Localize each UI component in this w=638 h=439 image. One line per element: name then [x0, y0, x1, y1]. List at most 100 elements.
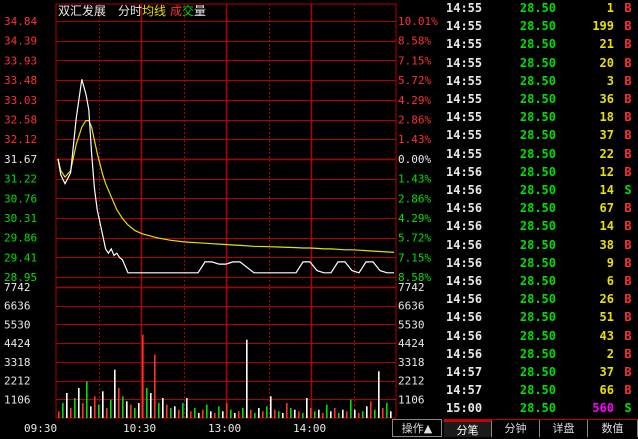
- tick-row[interactable]: 14:57 28.50 66 B: [444, 382, 638, 400]
- tick-row[interactable]: 14:56 28.50 43 B: [444, 328, 638, 346]
- tick-row[interactable]: 14:56 28.50 38 B: [444, 237, 638, 255]
- tick-row[interactable]: 14:56 28.50 2 B: [444, 346, 638, 364]
- price-tick-label: 31.22: [4, 173, 37, 186]
- volume-tick-label-right: 7742: [398, 281, 425, 294]
- volume-bar: [58, 411, 60, 418]
- tick-row[interactable]: 14:56 28.50 12 B: [444, 164, 638, 182]
- volume-bar: [234, 413, 236, 418]
- tick-row[interactable]: 14:56 28.50 67 B: [444, 200, 638, 218]
- tick-volume: 38: [599, 237, 614, 252]
- percent-tick-label: 2.86%: [398, 192, 431, 205]
- tick-price: 28.50: [519, 55, 556, 70]
- price-tick-label: 31.67: [4, 153, 37, 166]
- volume-bar: [106, 408, 108, 418]
- volume-bar: [210, 411, 212, 418]
- tick-row[interactable]: 14:56 28.50 6 B: [444, 273, 638, 291]
- tick-time: 14:56: [446, 219, 483, 234]
- volume-bar: [206, 404, 208, 418]
- tick-volume: 37: [599, 365, 614, 379]
- price-tick-label: 32.12: [4, 133, 37, 146]
- time-tick-label: 09:30: [24, 422, 57, 435]
- tick-price: 28.50: [519, 201, 556, 216]
- mode-label: 分时: [118, 4, 142, 18]
- tick-row[interactable]: 14:56 28.50 14 S: [444, 182, 638, 200]
- volume-bar: [122, 396, 124, 418]
- volume-bar: [170, 408, 172, 418]
- tick-time: 14:57: [446, 383, 483, 398]
- tick-price: 28.50: [519, 255, 556, 270]
- volume-bar: [174, 406, 176, 418]
- volume-bar: [242, 408, 244, 418]
- tick-time: 14:56: [446, 274, 483, 288]
- volume-bar: [102, 391, 104, 418]
- tick-volume: 36: [599, 92, 614, 106]
- percent-tick-label: 10.01%: [398, 15, 438, 28]
- tick-volume: 22: [599, 146, 614, 161]
- volume-bar: [366, 406, 368, 418]
- volume-bar: [342, 409, 344, 418]
- volume-bar: [138, 403, 140, 418]
- tab-values[interactable]: 数值: [588, 420, 638, 437]
- tab-detail[interactable]: 详盘: [540, 420, 588, 437]
- tick-time: 14:57: [446, 365, 483, 379]
- percent-tick-label: 7.15%: [398, 54, 431, 67]
- tick-list[interactable]: 14:55 28.50 1 B 14:55 28.50 199 B 14:55 28.50 21 B 1…: [444, 0, 638, 420]
- volume-bar: [282, 413, 284, 418]
- tick-volume: 14: [599, 219, 614, 234]
- volume-tick-label: 1106: [4, 393, 31, 406]
- tick-row[interactable]: 14:55 28.50 37 B: [444, 127, 638, 145]
- tab-ticks[interactable]: 分笔: [444, 420, 492, 437]
- tick-row[interactable]: 14:56 28.50 51 B: [444, 309, 638, 327]
- tick-row[interactable]: 15:00 28.50 560 S: [444, 400, 638, 418]
- tick-time: 14:55: [446, 73, 483, 88]
- volume-tick-label: 7742: [4, 281, 31, 294]
- tick-row[interactable]: 14:56 28.50 9 B: [444, 255, 638, 273]
- volume-tick-label: 4424: [4, 337, 31, 350]
- tick-row[interactable]: 14:55 28.50 3 B: [444, 73, 638, 91]
- operations-button[interactable]: 操作▲: [392, 419, 442, 437]
- tick-row[interactable]: 14:55 28.50 20 B: [444, 55, 638, 73]
- tick-row[interactable]: 14:55 28.50 36 B: [444, 91, 638, 109]
- tick-row[interactable]: 14:57 28.50 37 B: [444, 364, 638, 382]
- volume-bar: [70, 408, 72, 418]
- volume-bar: [158, 403, 160, 418]
- volume-bar: [186, 398, 188, 418]
- volume-bar: [222, 411, 224, 418]
- tick-row[interactable]: 14:55 28.50 22 B: [444, 146, 638, 164]
- tick-volume: 66: [599, 383, 614, 398]
- tick-price: 28.50: [519, 274, 556, 288]
- tick-row[interactable]: 14:55 28.50 21 B: [444, 36, 638, 54]
- chart-grid: [55, 3, 397, 419]
- tick-row[interactable]: 14:56 28.50 14 B: [444, 218, 638, 236]
- tick-side: B: [624, 146, 632, 161]
- volume-bar: [150, 393, 152, 418]
- tick-row[interactable]: 14:56 28.50 26 B: [444, 291, 638, 309]
- tick-row[interactable]: 14:55 28.50 1 B: [444, 0, 638, 18]
- volume-bar: [214, 413, 216, 418]
- tick-time: 14:55: [446, 128, 483, 143]
- tick-side: B: [624, 19, 632, 34]
- volume-bar: [114, 369, 116, 418]
- percent-tick-label: 4.29%: [398, 94, 431, 107]
- tick-side: B: [624, 255, 632, 270]
- volume-bar: [254, 413, 256, 418]
- intraday-chart[interactable]: 34.84 34.39 33.93 33.48 33.03 32.58 32.12 31.67…: [0, 0, 442, 437]
- volume-bar: [326, 404, 328, 418]
- volume-tick-label-right: 4424: [398, 337, 425, 350]
- operations-label: 操作: [401, 422, 424, 435]
- volume-bar: [330, 411, 332, 418]
- tick-side: B: [624, 92, 632, 106]
- tick-time: 14:55: [446, 110, 483, 125]
- tick-row[interactable]: 14:55 28.50 199 B: [444, 18, 638, 36]
- volume-tick-label-right: 3318: [398, 356, 425, 369]
- tick-volume: 199: [592, 19, 614, 34]
- price-tick-label: 32.58: [4, 114, 37, 127]
- tick-volume: 21: [599, 37, 614, 52]
- tab-minutes[interactable]: 分钟: [492, 420, 540, 437]
- volume-bar: [374, 409, 376, 418]
- volume-bar: [226, 403, 228, 418]
- volume-bar: [334, 408, 336, 418]
- tick-row[interactable]: 14:55 28.50 18 B: [444, 109, 638, 127]
- tick-price: 28.50: [519, 237, 556, 252]
- price-tick-label: 33.03: [4, 94, 37, 107]
